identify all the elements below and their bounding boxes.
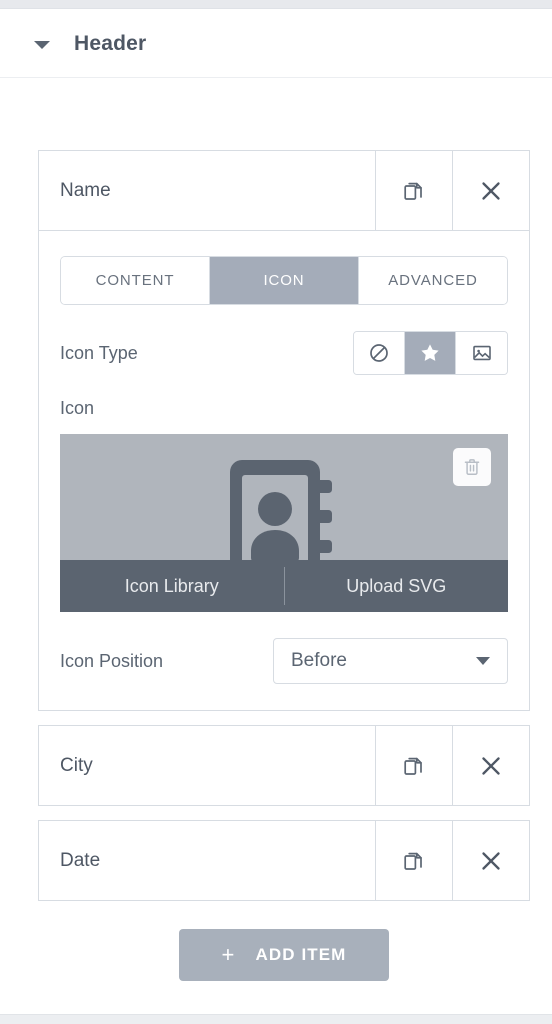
add-item-button[interactable]: + ADD ITEM — [179, 929, 389, 981]
settings-tabs: CONTENT ICON ADVANCED — [60, 256, 508, 305]
section-header-header[interactable]: Header — [0, 10, 552, 78]
repeater-item-title[interactable]: City — [39, 726, 375, 805]
window-bottom-strip — [0, 1014, 552, 1024]
star-icon — [421, 344, 439, 361]
upload-svg-button[interactable]: Upload SVG — [285, 560, 509, 612]
duplicate-button[interactable] — [375, 821, 452, 900]
icon-preview[interactable]: Icon Library Upload SVG — [60, 434, 508, 612]
window-top-strip — [0, 0, 552, 9]
icon-position-select[interactable]: Before — [273, 638, 508, 684]
close-icon — [482, 756, 500, 775]
icon-position-value: Before — [291, 650, 347, 671]
close-icon — [482, 851, 500, 870]
chevron-down-icon — [476, 657, 490, 665]
repeater-item-body: CONTENT ICON ADVANCED Icon Type Icon Ico… — [39, 230, 529, 710]
icon-preview-toolbar: Icon Library Upload SVG — [60, 560, 508, 612]
icon-type-image-option[interactable] — [456, 332, 507, 374]
repeater-item-header[interactable]: Date — [39, 821, 529, 900]
tab-advanced[interactable]: ADVANCED — [359, 257, 507, 304]
copy-icon — [404, 852, 422, 870]
close-icon — [482, 181, 500, 200]
repeater-item-header[interactable]: City — [39, 726, 529, 805]
icon-preview-actions — [453, 448, 491, 486]
caret-down-icon[interactable] — [34, 40, 50, 49]
remove-button[interactable] — [452, 726, 529, 805]
icon-position-row: Icon Position Before — [60, 638, 508, 684]
repeater-item-title[interactable]: Date — [39, 821, 375, 900]
icon-type-row: Icon Type — [60, 331, 508, 375]
icon-position-label: Icon Position — [60, 650, 164, 671]
repeater-item-date: Date — [38, 820, 530, 901]
icon-type-none-option[interactable] — [354, 332, 405, 374]
icon-type-choices — [353, 331, 508, 375]
copy-icon — [404, 757, 422, 775]
duplicate-button[interactable] — [375, 151, 452, 230]
repeater-item-title[interactable]: Name — [39, 151, 375, 230]
icon-type-label: Icon Type — [60, 342, 138, 363]
none-icon — [370, 344, 388, 362]
copy-icon — [404, 182, 422, 200]
page-title: Header — [74, 31, 147, 55]
plus-icon: + — [221, 942, 236, 967]
icon-label: Icon — [60, 398, 95, 418]
tab-content[interactable]: CONTENT — [61, 257, 210, 304]
duplicate-button[interactable] — [375, 726, 452, 805]
trash-icon — [464, 459, 480, 475]
add-item-wrap: + ADD ITEM — [38, 929, 530, 981]
repeater-item-name: Name CONTENT ICON ADVANCED Icon Type Ico… — [38, 150, 530, 711]
icon-library-button[interactable]: Icon Library — [60, 560, 284, 612]
icon-type-star-option[interactable] — [405, 332, 456, 374]
image-icon — [472, 345, 491, 361]
repeater-item-city: City — [38, 725, 530, 806]
repeater-list: Name CONTENT ICON ADVANCED Icon Type Ico… — [38, 150, 530, 981]
remove-button[interactable] — [452, 151, 529, 230]
add-item-label: ADD ITEM — [255, 945, 347, 964]
remove-button[interactable] — [452, 821, 529, 900]
delete-icon-button[interactable] — [453, 448, 491, 486]
tab-icon[interactable]: ICON — [210, 257, 359, 304]
repeater-item-header[interactable]: Name — [39, 151, 529, 230]
editor-panel: Header Name CONTENT ICON ADVANCED Icon T… — [0, 0, 552, 1024]
